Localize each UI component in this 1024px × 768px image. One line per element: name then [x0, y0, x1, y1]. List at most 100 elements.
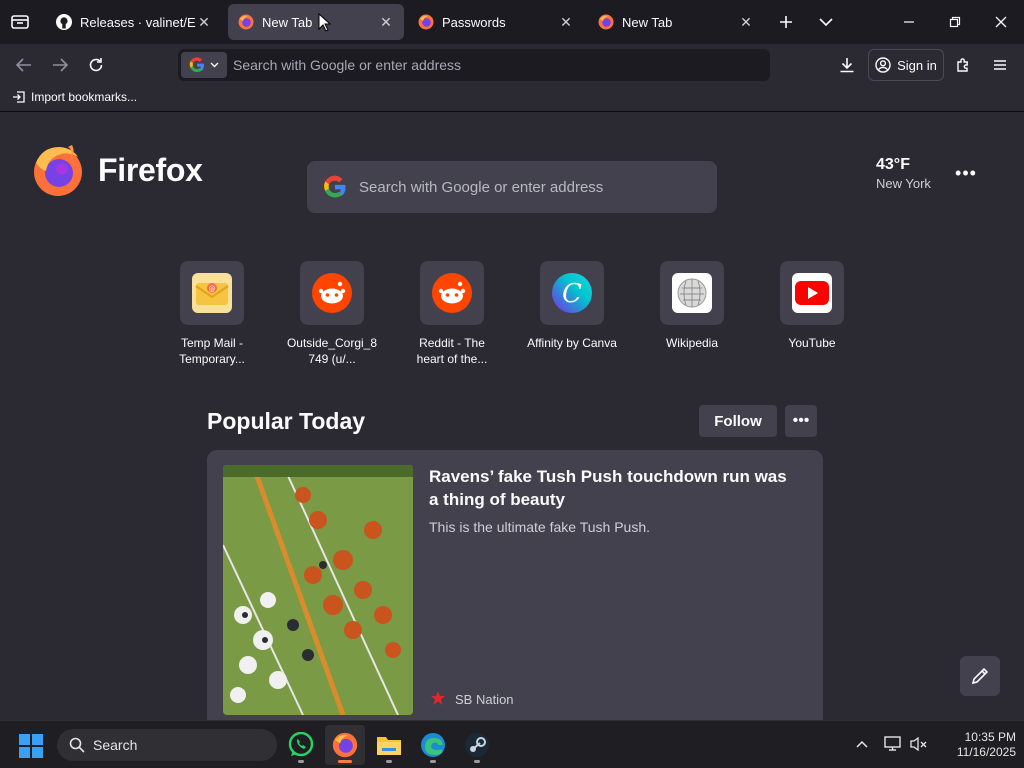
more-dots-icon: ••• — [955, 162, 977, 183]
shortcut-reddit[interactable]: Reddit - The heart of the... — [392, 261, 512, 367]
shortcut-wikipedia[interactable]: Wikipedia — [632, 261, 752, 351]
windows-logo-icon — [19, 734, 43, 758]
app-menu-button[interactable] — [986, 51, 1014, 79]
tab-passwords[interactable]: Passwords ✕ — [408, 4, 584, 40]
reddit-icon — [432, 273, 472, 313]
back-button[interactable] — [10, 51, 38, 79]
tab-new-tab-active[interactable]: New Tab ✕ — [228, 4, 404, 40]
follow-button[interactable]: Follow — [699, 405, 777, 437]
speaker-muted-icon — [910, 736, 927, 752]
close-tab-icon[interactable]: ✕ — [378, 14, 394, 30]
puzzle-icon — [957, 58, 968, 72]
address-placeholder: Search with Google or enter address — [233, 57, 462, 73]
taskbar-search-label: Search — [93, 737, 138, 753]
taskbar-app-file-explorer[interactable] — [369, 725, 409, 765]
newtab-search-input[interactable]: Search with Google or enter address — [307, 161, 717, 213]
shortcut-tile — [420, 261, 484, 325]
firefox-icon — [332, 732, 358, 758]
show-hidden-icons-button[interactable] — [851, 733, 873, 755]
svg-text:C: C — [562, 279, 582, 309]
firefox-icon — [418, 14, 434, 30]
tab-title: New Tab — [622, 14, 673, 30]
firefox-view-button[interactable] — [0, 0, 40, 44]
story-headline[interactable]: Ravens’ fake Tush Push touchdown run was… — [429, 465, 799, 511]
shortcut-outside-corgi[interactable]: Outside_Corgi_8 749 (u/... — [272, 261, 392, 367]
search-icon — [69, 737, 85, 753]
volume-status[interactable] — [908, 733, 930, 755]
network-status[interactable] — [882, 733, 904, 755]
story-card[interactable]: Ravens’ fake Tush Push touchdown run was… — [207, 450, 823, 720]
shortcut-label: YouTube — [788, 336, 836, 350]
shortcut-label: Wikipedia — [665, 336, 719, 350]
search-engine-button[interactable] — [181, 52, 227, 78]
shortcut-label: Outside_Corgi_8 749 (u/... — [286, 336, 378, 366]
tab-title: Passwords — [442, 14, 506, 30]
reload-button[interactable] — [82, 51, 110, 79]
close-window-button[interactable] — [978, 0, 1024, 44]
weather-menu-button[interactable]: ••• — [952, 161, 980, 185]
shortcut-tile — [300, 261, 364, 325]
taskbar-app-edge[interactable] — [413, 725, 453, 765]
story-image — [223, 465, 413, 715]
shortcut-tile: @ — [180, 261, 244, 325]
running-indicator — [474, 760, 480, 763]
file-explorer-icon — [377, 737, 401, 755]
more-dots-icon: ••• — [792, 412, 810, 429]
weather-widget[interactable]: 43°F New York — [876, 156, 931, 191]
close-tab-icon[interactable]: ✕ — [738, 14, 754, 30]
firefox-wordmark: Firefox — [98, 151, 203, 188]
new-tab-button[interactable] — [766, 0, 806, 44]
taskbar-app-steam[interactable] — [457, 725, 497, 765]
forward-button[interactable] — [46, 51, 74, 79]
taskbar-search-box[interactable]: Search — [57, 729, 277, 761]
hamburger-menu-icon — [994, 60, 1006, 70]
story-source: SB Nation — [429, 690, 514, 708]
close-tab-icon[interactable]: ✕ — [558, 14, 574, 30]
google-icon — [189, 57, 204, 73]
minimize-icon — [904, 21, 914, 23]
download-icon — [840, 58, 854, 73]
shortcut-label: Temp Mail - Temporary... — [179, 336, 245, 366]
close-tab-icon[interactable]: ✕ — [196, 14, 212, 30]
taskbar-app-firefox[interactable] — [325, 725, 365, 765]
firefox-icon — [238, 14, 254, 30]
restore-icon — [949, 16, 961, 28]
chevron-down-icon — [210, 62, 219, 68]
story-excerpt: This is the ultimate fake Tush Push. — [429, 519, 650, 535]
sign-in-button[interactable]: Sign in — [868, 49, 944, 81]
google-icon — [324, 175, 346, 198]
firefox-icon — [598, 14, 614, 30]
customize-button[interactable] — [960, 656, 1000, 696]
shortcut-temp-mail[interactable]: @ Temp Mail - Temporary... — [152, 261, 272, 367]
bookmarks-toolbar: Import bookmarks... — [0, 86, 1024, 112]
list-all-tabs-button[interactable] — [806, 0, 846, 44]
taskbar-app-whatsapp[interactable] — [281, 725, 321, 765]
downloads-button[interactable] — [833, 51, 861, 79]
shortcut-affinity-canva[interactable]: C Affinity by Canva — [512, 261, 632, 351]
story-source-label: SB Nation — [455, 691, 514, 707]
wikipedia-icon — [672, 273, 712, 313]
minimize-button[interactable] — [886, 0, 932, 44]
tab-releases[interactable]: Releases · valinet/ExplorerPatcher ✕ — [46, 4, 222, 40]
address-bar[interactable]: Search with Google or enter address — [178, 49, 770, 81]
chevron-up-icon — [856, 740, 868, 748]
arrow-right-icon — [53, 58, 68, 72]
shortcut-youtube[interactable]: YouTube — [752, 261, 872, 351]
tab-new-tab[interactable]: New Tab ✕ — [588, 4, 764, 40]
newtab-search-placeholder: Search with Google or enter address — [359, 178, 604, 196]
import-icon — [13, 91, 25, 103]
shortcut-label: Reddit - The heart of the... — [416, 336, 488, 366]
import-bookmarks-button[interactable]: Import bookmarks... — [12, 90, 137, 104]
restore-button[interactable] — [932, 0, 978, 44]
account-icon — [875, 57, 891, 73]
extensions-button[interactable] — [950, 51, 978, 79]
plus-icon — [780, 16, 792, 28]
system-clock[interactable]: 10:35 PM 11/16/2025 — [936, 730, 1016, 760]
new-tab-page: Firefox Search with Google or enter addr… — [0, 113, 1024, 720]
pencil-icon — [971, 667, 989, 685]
start-button[interactable] — [18, 733, 44, 759]
arrow-left-icon — [16, 58, 31, 72]
whatsapp-icon — [288, 732, 314, 757]
reload-icon — [89, 58, 103, 72]
section-menu-button[interactable]: ••• — [785, 405, 817, 437]
